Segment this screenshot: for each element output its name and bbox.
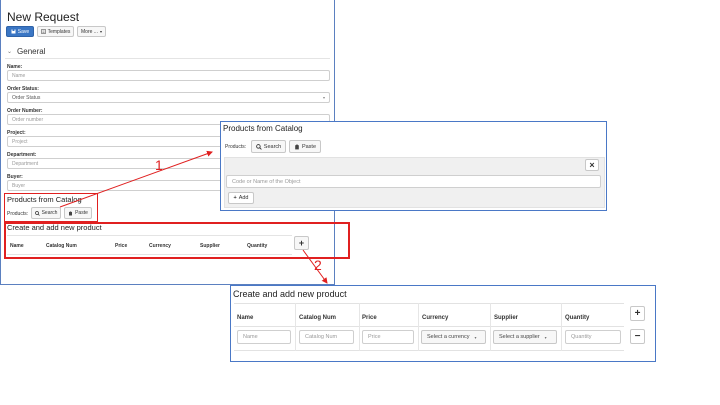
product-popup-colsep-1 xyxy=(295,303,296,351)
annotation-label-2: 2 xyxy=(314,257,322,273)
search-icon xyxy=(255,143,262,150)
catalog-popup-title: Products from Catalog xyxy=(223,124,303,133)
catalog-popup-paste-button[interactable]: Paste xyxy=(289,140,321,153)
catalog-popup-object-placeholder: Code or Name of the Object xyxy=(232,178,301,185)
product-popup-colsep-3 xyxy=(418,303,419,351)
chevron-down-icon: ▾ xyxy=(544,334,547,340)
product-popup-header-divider xyxy=(234,326,624,327)
product-supplier-select[interactable]: Select a supplier ▾ xyxy=(493,330,557,344)
clipboard-icon xyxy=(294,144,300,150)
product-remove-row-button[interactable]: − xyxy=(630,329,645,344)
product-col-price: Price xyxy=(362,315,377,321)
catalog-popup-paste-label: Paste xyxy=(301,143,317,150)
catalog-popup-object-input[interactable]: Code or Name of the Object xyxy=(226,175,601,188)
product-add-row-button[interactable]: + xyxy=(630,306,645,321)
product-quantity-input[interactable]: Quantity xyxy=(565,330,621,344)
catalog-popup-search-label: Search xyxy=(263,143,282,150)
catalog-popup-add-button[interactable]: + Add xyxy=(228,192,254,204)
product-col-supplier: Supplier xyxy=(494,315,519,321)
product-catalog-num-input[interactable]: Catalog Num xyxy=(299,330,354,344)
arrow-1 xyxy=(59,150,213,208)
chevron-down-icon: ▾ xyxy=(474,334,477,340)
product-popup-colsep-2 xyxy=(359,303,360,351)
catalog-popup-close-button[interactable]: × xyxy=(585,159,599,171)
product-col-catalog-num: Catalog Num xyxy=(299,315,337,321)
product-name-input[interactable]: Name xyxy=(237,330,291,344)
product-col-currency: Currency xyxy=(422,315,449,321)
product-currency-select[interactable]: Select a currency ▾ xyxy=(421,330,486,344)
supplier-select-value: Select a supplier xyxy=(499,334,540,340)
minus-icon: − xyxy=(634,331,641,342)
product-price-input[interactable]: Price xyxy=(362,330,414,344)
catalog-popup-add-label: Add xyxy=(238,195,249,201)
catalog-popup-search-button[interactable]: Search xyxy=(251,140,286,153)
product-popup-colsep-5 xyxy=(561,303,562,351)
plus-icon: + xyxy=(634,308,641,319)
plus-icon: + xyxy=(233,195,237,201)
close-icon: × xyxy=(589,160,595,170)
product-col-name: Name xyxy=(237,315,254,321)
product-col-quantity: Quantity xyxy=(565,315,590,321)
product-popup-colsep-4 xyxy=(490,303,491,351)
product-popup-title: Create and add new product xyxy=(233,289,347,299)
catalog-popup-products-label: Products: xyxy=(225,144,247,150)
currency-select-value: Select a currency xyxy=(427,334,470,340)
annotation-label-1: 1 xyxy=(155,157,163,173)
